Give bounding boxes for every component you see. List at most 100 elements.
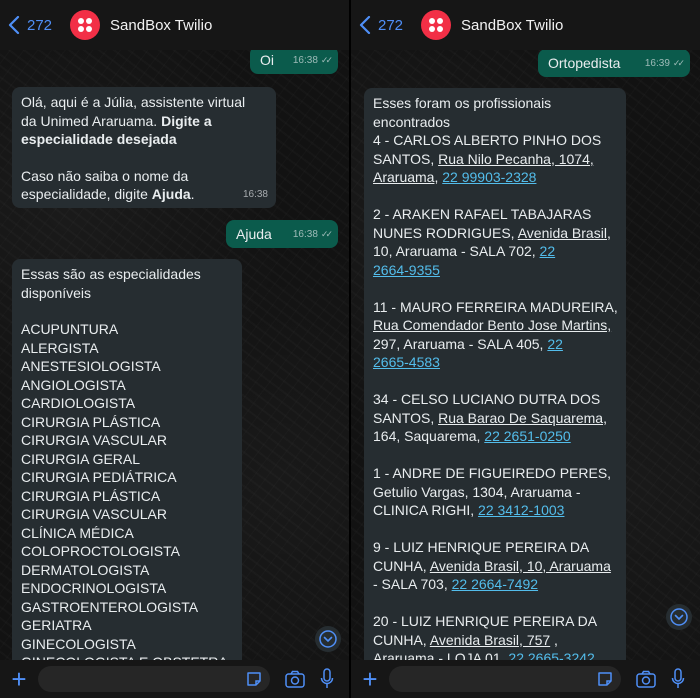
specialty-item: CLÍNICA MÉDICA bbox=[21, 524, 134, 541]
specialty-list: ACUPUNTURA ALERGISTA ANESTESIOLOGISTA ANGIO… bbox=[21, 320, 233, 672]
contact-name[interactable]: SandBox Twilio bbox=[110, 17, 212, 34]
entry-text: 164, Saquarema, bbox=[373, 428, 485, 444]
message-line: 297, Araruama - SALA 405, 22 bbox=[373, 335, 617, 354]
specialty-item: CARDIOLOGISTA bbox=[21, 395, 136, 411]
message-line: Caso não saiba o nome da bbox=[21, 167, 189, 184]
address-link[interactable]: Rua Barao De Saquarema, bbox=[438, 410, 607, 426]
professional-name: 9 - LUIZ HENRIQUE PEREIRA DA bbox=[373, 539, 590, 555]
twilio-logo-icon[interactable] bbox=[70, 10, 101, 40]
message-time: 16:38 ✓✓ bbox=[293, 51, 333, 71]
chat-panel-right: 272 SandBox Twilio Ortopedista 16:39 ✓✓ E… bbox=[351, 0, 700, 698]
professional-entry: 9 - LUIZ HENRIQUE PEREIRA DA CUNHA, Aveni… bbox=[373, 538, 617, 594]
specialty-item: DERMATOLOGISTA bbox=[21, 561, 150, 578]
back-count: 272 bbox=[27, 16, 53, 34]
message-outgoing[interactable]: Ajuda 16:38 ✓✓ bbox=[226, 220, 338, 248]
specialty-item: CIRURGIA PEDIÁTRICA bbox=[21, 469, 177, 485]
camera-icon[interactable] bbox=[285, 670, 305, 688]
message-text: Ortopedista bbox=[548, 55, 621, 71]
plus-icon[interactable]: + bbox=[355, 666, 385, 692]
address-link[interactable]: Araruama bbox=[373, 169, 434, 185]
entry-text: CLINICA RIGHI, bbox=[373, 502, 479, 518]
message-incoming[interactable]: Esses foram os profissionais encontrados… bbox=[364, 88, 626, 698]
professional-entry: 1 - ANDRE DE FIGUEIREDO PERES, Getulio Va… bbox=[373, 464, 617, 520]
phone-link[interactable]: 22 bbox=[547, 336, 563, 352]
specialty-item: CIRURGIA PLÁSTICA bbox=[21, 413, 161, 430]
specialty-item: CIRURGIA VASCULAR bbox=[21, 506, 167, 522]
phone-link[interactable]: 2664-9355 bbox=[373, 262, 440, 278]
address-link[interactable]: Rua Nilo Pecanha, 1074, bbox=[438, 151, 594, 167]
message-text: Ajuda bbox=[236, 226, 272, 242]
entry-text: 10, Araruama - SALA 702, bbox=[373, 243, 540, 259]
message-text: Oi bbox=[260, 52, 274, 68]
message-line: CUNHA, Avenida Brasil, 10, Araruama bbox=[373, 557, 617, 576]
message-line: da Unimed Araruama. Digite a bbox=[21, 112, 212, 129]
chat-header: 272 SandBox Twilio bbox=[0, 0, 349, 50]
microphone-icon[interactable] bbox=[671, 668, 685, 690]
message-incoming[interactable]: Olá, aqui é a Júlia, assistente virtual … bbox=[12, 87, 276, 208]
scroll-down-button[interactable] bbox=[666, 604, 692, 630]
sticker-icon[interactable] bbox=[596, 670, 614, 688]
phone-link[interactable]: 22 3412-1003 bbox=[478, 502, 564, 518]
message-line: 20 - LUIZ HENRIQUE PEREIRA DA bbox=[373, 612, 617, 631]
address-link[interactable]: Avenida Brasil, 10, Araruama bbox=[430, 558, 611, 574]
message-line: 2664-9355 bbox=[373, 261, 617, 280]
entry-text: Getulio Vargas, 1304, Araruama - bbox=[373, 483, 581, 500]
address-link[interactable]: Avenida Brasil, bbox=[518, 225, 611, 241]
message-input[interactable] bbox=[389, 666, 621, 692]
contact-name[interactable]: SandBox Twilio bbox=[461, 17, 563, 34]
phone-link[interactable]: 22 2651-0250 bbox=[484, 428, 570, 444]
back-button[interactable]: 272 bbox=[8, 16, 52, 34]
message-line: CUNHA, Avenida Brasil, 757 , bbox=[373, 631, 617, 650]
double-check-icon: ✓✓ bbox=[672, 57, 685, 68]
sticker-icon[interactable] bbox=[245, 670, 263, 688]
message-incoming[interactable]: Essas são as especialidades disponíveis … bbox=[12, 259, 242, 698]
double-check-icon: ✓✓ bbox=[320, 228, 333, 239]
chevron-down-circle-icon bbox=[670, 608, 688, 626]
message-line: Esses foram os profissionais bbox=[373, 95, 552, 111]
back-button[interactable]: 272 bbox=[359, 16, 403, 34]
professional-list: 4 - CARLOS ALBERTO PINHO DOS SANTOS, Rua … bbox=[373, 131, 618, 668]
message-line: encontrados bbox=[373, 113, 451, 130]
message-outgoing[interactable]: Oi 16:38 ✓✓ bbox=[250, 46, 338, 74]
professional-name: 20 - LUIZ HENRIQUE PEREIRA DA bbox=[373, 613, 598, 629]
message-outgoing[interactable]: Ortopedista 16:39 ✓✓ bbox=[538, 49, 690, 77]
phone-link[interactable]: 22 2664-7492 bbox=[452, 576, 538, 592]
message-line: 10, Araruama - SALA 702, 22 bbox=[373, 242, 617, 261]
address-link[interactable]: Avenida Brasil, 757 bbox=[430, 632, 550, 648]
message-line: 164, Saquarema, 22 2651-0250 bbox=[373, 427, 617, 446]
plus-icon[interactable]: + bbox=[4, 666, 34, 692]
professional-name: 2 - ARAKEN RAFAEL TABAJARAS bbox=[373, 206, 592, 222]
entry-text: , bbox=[550, 631, 558, 648]
entry-text: SANTOS, bbox=[373, 150, 439, 167]
entry-text: - SALA 703, bbox=[373, 576, 452, 592]
message-line: Getulio Vargas, 1304, Araruama - bbox=[373, 483, 617, 502]
message-line: Araruama, 22 99903-2328 bbox=[373, 168, 617, 187]
address-link[interactable]: Rua Comendador Bento Jose Martins, bbox=[373, 317, 611, 333]
chevron-left-icon bbox=[359, 16, 371, 34]
chevron-left-icon bbox=[8, 16, 20, 34]
camera-icon[interactable] bbox=[636, 670, 656, 688]
specialty-item: CIRURGIA VASCULAR bbox=[21, 432, 167, 448]
specialty-item: COLOPROCTOLOGISTA bbox=[21, 543, 180, 559]
twilio-logo-icon[interactable] bbox=[421, 10, 452, 40]
microphone-icon[interactable] bbox=[320, 668, 334, 690]
entry-text: CUNHA, bbox=[373, 631, 430, 648]
phone-link[interactable]: 22 99903-2328 bbox=[442, 169, 536, 185]
message-input[interactable] bbox=[38, 666, 270, 692]
scroll-down-button[interactable] bbox=[315, 626, 341, 652]
message-line: disponíveis bbox=[21, 284, 92, 301]
chat-header: 272 SandBox Twilio bbox=[351, 0, 700, 50]
entry-text: SANTOS, bbox=[373, 409, 439, 426]
message-line: 11 - MAURO FERREIRA MADUREIRA, bbox=[373, 298, 618, 317]
message-time: 16:38 bbox=[242, 188, 268, 200]
entry-text: NUNES RODRIGUES, bbox=[373, 224, 518, 241]
message-line: NUNES RODRIGUES, Avenida Brasil, bbox=[373, 224, 617, 243]
message-line: 4 - CARLOS ALBERTO PINHO DOS bbox=[373, 131, 617, 150]
message-line: 2 - ARAKEN RAFAEL TABAJARAS bbox=[373, 205, 617, 224]
message-line: 9 - LUIZ HENRIQUE PEREIRA DA bbox=[373, 538, 617, 557]
specialty-item: CIRURGIA PLÁSTICA bbox=[21, 487, 161, 504]
phone-link[interactable]: 2665-4583 bbox=[373, 354, 440, 370]
professional-name: 1 - ANDRE DE FIGUEIREDO PERES, bbox=[373, 465, 612, 481]
entry-text: 297, Araruama - SALA 405, bbox=[373, 335, 548, 352]
phone-link[interactable]: 22 bbox=[540, 243, 556, 259]
